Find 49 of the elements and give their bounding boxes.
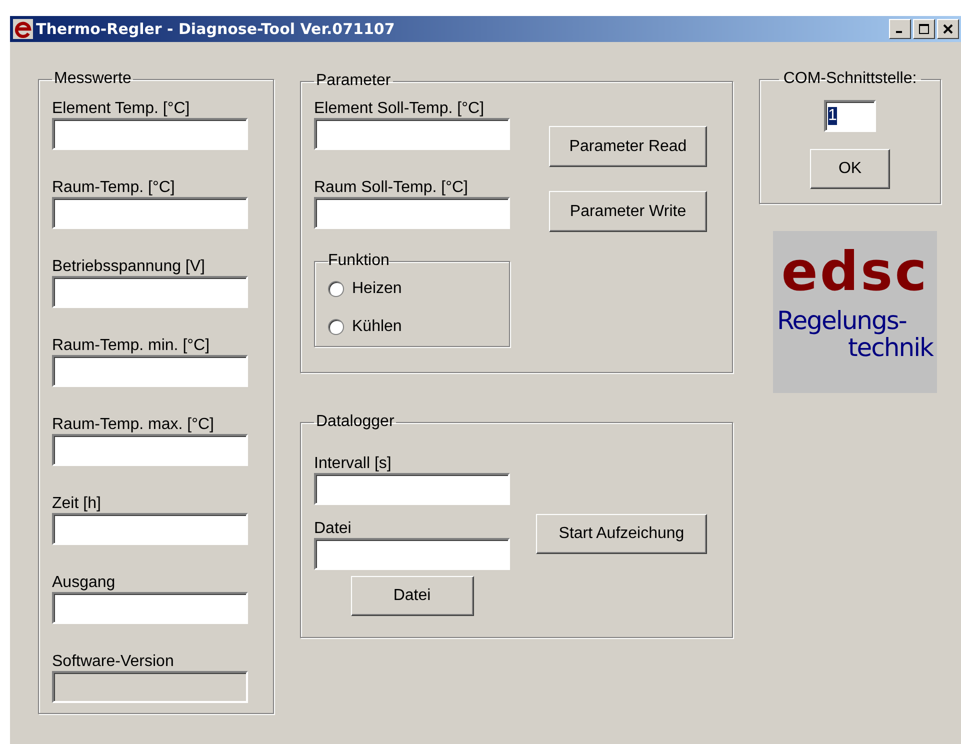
field-label: Ausgang	[52, 574, 116, 592]
input-field[interactable]	[314, 118, 510, 150]
input-field[interactable]	[52, 355, 248, 387]
group-title: Parameter	[315, 72, 392, 90]
field-label: Raum-Temp. max. [°C]	[52, 416, 215, 434]
input-field[interactable]	[314, 538, 510, 570]
start-recording-button[interactable]: Start Aufzeichung	[536, 514, 707, 554]
radio-button[interactable]	[328, 281, 344, 297]
field-label: Intervall [s]	[314, 455, 392, 473]
input-field[interactable]	[52, 513, 248, 545]
input-field[interactable]	[52, 592, 248, 624]
field-label: Betriebsspannung [V]	[52, 258, 206, 276]
field-label: Element Soll-Temp. [°C]	[314, 100, 486, 118]
input-field[interactable]	[52, 276, 248, 308]
minimize-icon	[896, 31, 902, 33]
close-icon	[943, 24, 953, 34]
window-title: Thermo-Regler - Diagnose-Tool Ver.071107	[36, 20, 396, 38]
group-title: Messwerte	[53, 70, 132, 88]
field-label: Element Temp. [°C]	[52, 100, 191, 118]
parameter-button[interactable]: Parameter Read	[549, 126, 707, 167]
field-label: Raum-Temp. min. [°C]	[52, 337, 211, 355]
input-field[interactable]	[314, 197, 510, 229]
logo-tagline: Regelungs-	[777, 307, 908, 334]
com-port-field[interactable]: 1	[824, 100, 876, 132]
parameter-button[interactable]: Parameter Write	[549, 191, 707, 232]
field-label: Datei	[314, 520, 352, 538]
ok-button[interactable]: OK	[810, 149, 890, 189]
radio-label: Kühlen	[352, 318, 402, 336]
input-field[interactable]	[52, 197, 248, 229]
group-title: COM-Schnittstelle:	[782, 70, 918, 88]
group-title: Funktion	[328, 252, 390, 270]
minimize-button[interactable]	[889, 19, 911, 39]
input-field[interactable]	[314, 473, 510, 505]
field-label: Raum-Temp. [°C]	[52, 179, 176, 197]
file-button[interactable]: Datei	[350, 576, 474, 616]
field-label: Raum Soll-Temp. [°C]	[314, 179, 469, 197]
input-field[interactable]	[52, 118, 248, 150]
maximize-icon	[919, 24, 929, 34]
maximize-button[interactable]	[913, 19, 935, 39]
field-label: Zeit [h]	[52, 495, 102, 513]
radio-button[interactable]	[328, 319, 344, 335]
logo-text: edsc	[780, 247, 930, 297]
field-label: Software-Version	[52, 653, 175, 671]
logo-tagline: technik	[848, 334, 933, 361]
radio-label: Heizen	[352, 280, 402, 298]
group-title: Datalogger	[315, 413, 396, 431]
app-icon	[13, 19, 33, 39]
input-field[interactable]	[52, 434, 248, 466]
close-button[interactable]	[937, 19, 959, 39]
